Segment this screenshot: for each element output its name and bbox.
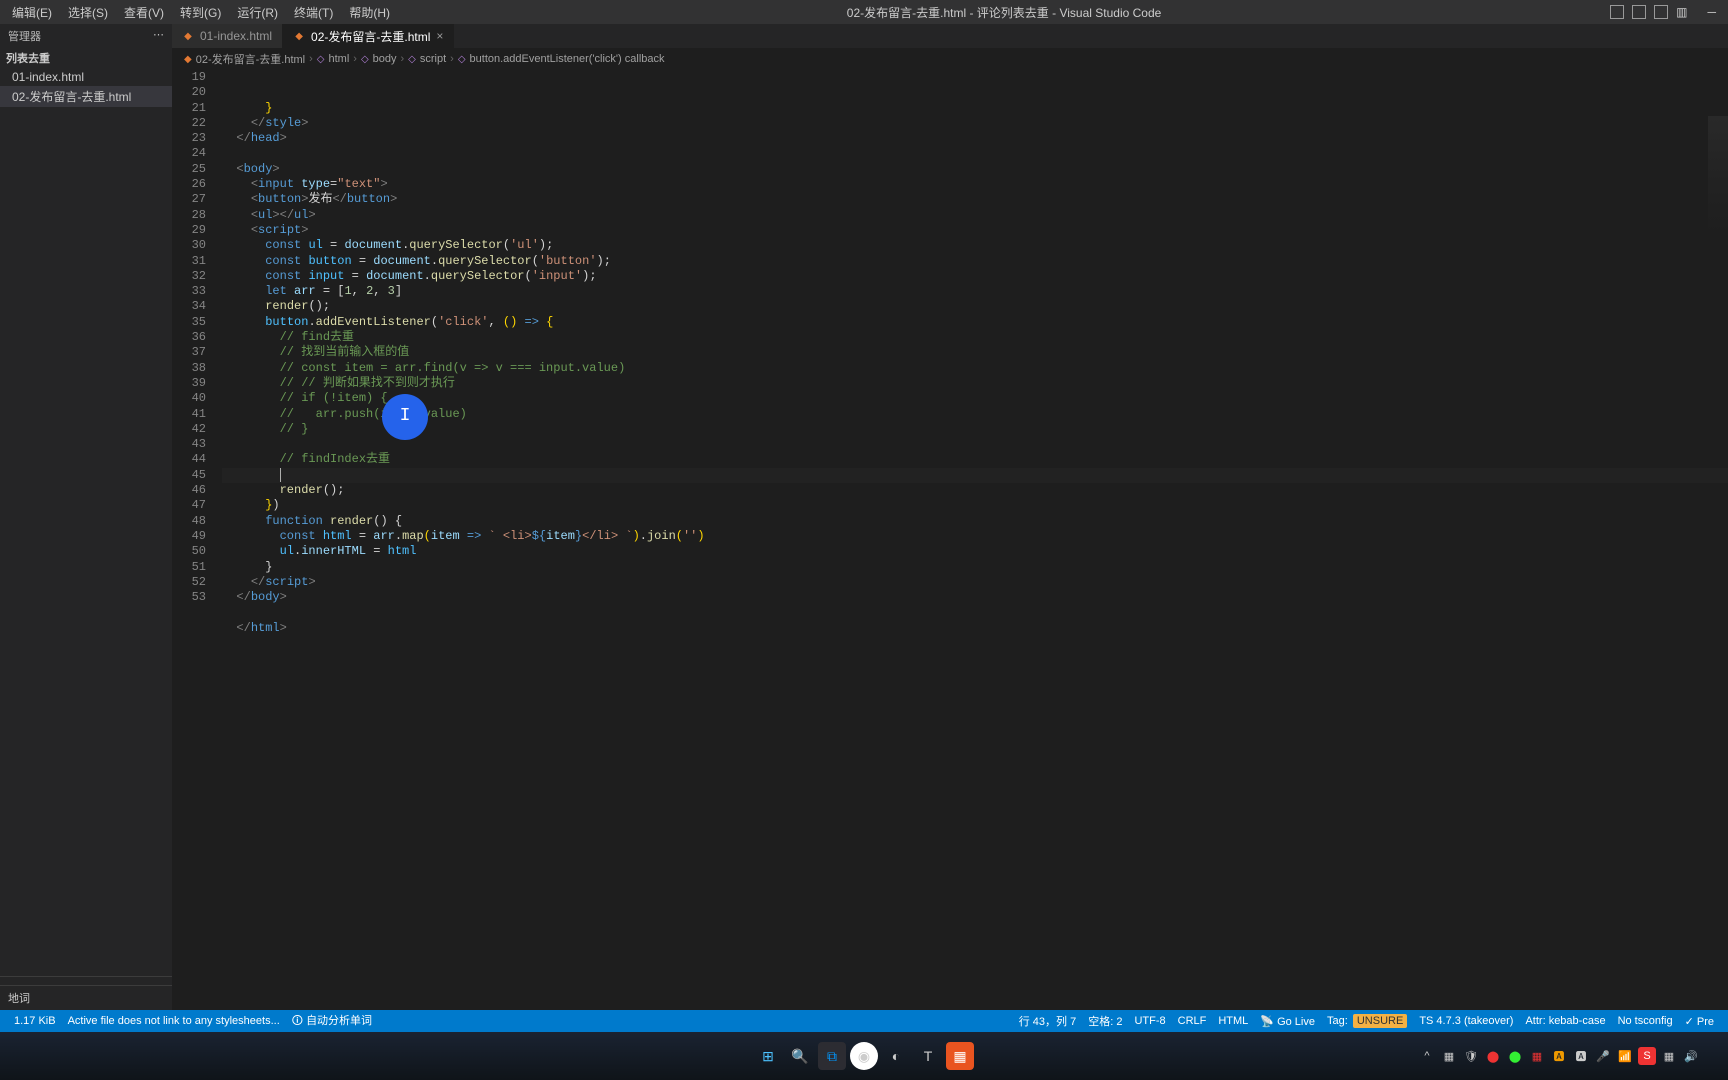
window-minimize-icon[interactable]: ─: [1695, 5, 1716, 19]
breadcrumb-item[interactable]: 02-发布留言-去重.html: [196, 51, 305, 67]
statusbar: 1.17 KiB Active file does not link to an…: [0, 1010, 1728, 1032]
tray-icon[interactable]: ▦: [1660, 1047, 1678, 1065]
sb-ts-version[interactable]: TS 4.7.3 (takeover): [1413, 1015, 1519, 1027]
tab-label: 01-index.html: [200, 29, 272, 43]
tray-icon[interactable]: [1704, 1047, 1722, 1065]
html-file-icon: ◆: [184, 54, 192, 65]
sb-auto-analyze[interactable]: 🛈 自动分析单词: [286, 1012, 378, 1031]
tray-icon[interactable]: ⬤: [1506, 1047, 1524, 1065]
layout-panel-icon[interactable]: [1632, 5, 1646, 19]
cursor-indicator-overlay: I: [382, 394, 428, 440]
symbol-icon: ◇: [458, 54, 466, 65]
menu-terminal[interactable]: 终端(T): [286, 4, 341, 21]
windows-taskbar: ⊞ 🔍 ⧉ ◉ ◐ T ▦ ^ ▦ 🛡 ⬤ ⬤ ▦ 🅰 🅰 🎤 📶 S ▦ 🔊: [0, 1032, 1728, 1080]
layout-primary-icon[interactable]: [1610, 5, 1624, 19]
explorer-label: 管理器: [8, 28, 41, 44]
symbol-icon: ◇: [408, 54, 416, 65]
sb-stylesheet-info[interactable]: Active file does not link to any stylesh…: [62, 1015, 286, 1027]
start-button[interactable]: ⊞: [754, 1042, 782, 1070]
sb-filesize[interactable]: 1.17 KiB: [8, 1015, 62, 1027]
layout-customize-icon[interactable]: ▥: [1676, 5, 1687, 19]
code-editor[interactable]: 1920212223242526272829303132333435363738…: [172, 70, 1728, 1010]
broadcast-icon: 📡: [1260, 1016, 1274, 1028]
tray-icon[interactable]: 🅰: [1550, 1047, 1568, 1065]
sb-tsconfig[interactable]: No tsconfig: [1612, 1015, 1679, 1027]
tab-label: 02-发布留言-去重.html: [311, 28, 430, 45]
sb-tag[interactable]: Tag: UNSURE: [1321, 1015, 1413, 1027]
check-icon: ✓: [1685, 1016, 1694, 1028]
html-file-icon: ◆: [293, 30, 305, 42]
sb-golive[interactable]: 📡 Go Live: [1254, 1015, 1321, 1028]
tray-icon[interactable]: ▦: [1440, 1047, 1458, 1065]
minimap[interactable]: [1708, 116, 1728, 236]
project-folder[interactable]: 列表去重: [0, 48, 172, 68]
code-content[interactable]: } </style> </head> <body> <input type="t…: [222, 70, 1728, 1010]
chevron-right-icon: ›: [401, 53, 405, 65]
breadcrumbs[interactable]: ◆ 02-发布留言-去重.html › ◇ html › ◇ body › ◇ …: [172, 48, 1728, 70]
tab-02-publish[interactable]: ◆ 02-发布留言-去重.html ×: [283, 24, 454, 48]
menu-view[interactable]: 查看(V): [116, 4, 172, 21]
html-file-icon: ◆: [182, 30, 194, 42]
chevron-right-icon: ›: [450, 53, 454, 65]
tray-shield-icon[interactable]: 🛡: [1462, 1047, 1480, 1065]
files-app-icon[interactable]: ▦: [946, 1042, 974, 1070]
tab-01-index[interactable]: ◆ 01-index.html: [172, 24, 283, 48]
chrome-app-icon[interactable]: ◉: [850, 1042, 878, 1070]
menu-edit[interactable]: 编辑(E): [4, 4, 60, 21]
window-title: 02-发布留言-去重.html - 评论列表去重 - Visual Studio…: [398, 4, 1610, 21]
timeline-section[interactable]: 地词: [0, 985, 172, 1010]
explorer-more-icon[interactable]: ⋯: [153, 28, 164, 44]
outline-section[interactable]: [0, 976, 172, 985]
tray-volume-icon[interactable]: 🔊: [1682, 1047, 1700, 1065]
tray-mic-icon[interactable]: 🎤: [1594, 1047, 1612, 1065]
symbol-icon: ◇: [317, 54, 325, 65]
breadcrumb-item[interactable]: body: [373, 53, 397, 65]
menu-select[interactable]: 选择(S): [60, 4, 116, 21]
sb-encoding[interactable]: UTF-8: [1128, 1015, 1171, 1027]
menu-help[interactable]: 帮助(H): [341, 4, 398, 21]
breadcrumb-item[interactable]: html: [328, 53, 349, 65]
breadcrumb-item[interactable]: script: [420, 53, 446, 65]
line-number-gutter: 1920212223242526272829303132333435363738…: [172, 70, 222, 1010]
file-tree-item[interactable]: 02-发布留言-去重.html: [0, 86, 172, 107]
sb-prettier[interactable]: ✓ Pre: [1679, 1015, 1720, 1028]
menubar: 编辑(E) 选择(S) 查看(V) 转到(G) 运行(R) 终端(T) 帮助(H…: [0, 0, 1728, 24]
tray-expand-icon[interactable]: ^: [1418, 1047, 1436, 1065]
edge-app-icon[interactable]: ◐: [882, 1042, 910, 1070]
vscode-app-icon[interactable]: ⧉: [818, 1042, 846, 1070]
menu-goto[interactable]: 转到(G): [172, 4, 229, 21]
chevron-right-icon: ›: [309, 53, 313, 65]
text-app-icon[interactable]: T: [914, 1042, 942, 1070]
tray-icon[interactable]: ▦: [1528, 1047, 1546, 1065]
sb-attr-case[interactable]: Attr: kebab-case: [1519, 1015, 1611, 1027]
breadcrumb-item[interactable]: button.addEventListener('click') callbac…: [470, 53, 665, 65]
file-tree-item[interactable]: 01-index.html: [0, 68, 172, 86]
tray-icon[interactable]: 🅰: [1572, 1047, 1590, 1065]
tray-icon[interactable]: ⬤: [1484, 1047, 1502, 1065]
info-icon: 🛈: [292, 1015, 303, 1027]
chevron-right-icon: ›: [353, 53, 357, 65]
menu-run[interactable]: 运行(R): [229, 4, 286, 21]
tray-ime-icon[interactable]: S: [1638, 1047, 1656, 1065]
close-tab-icon[interactable]: ×: [436, 29, 443, 43]
symbol-icon: ◇: [361, 54, 369, 65]
sb-eol[interactable]: CRLF: [1172, 1015, 1213, 1027]
sb-language[interactable]: HTML: [1212, 1015, 1254, 1027]
explorer-sidebar: 管理器 ⋯ 列表去重 01-index.html 02-发布留言-去重.html…: [0, 24, 172, 1010]
search-icon[interactable]: 🔍: [786, 1042, 814, 1070]
sb-cursor-pos[interactable]: 行 43，列 7: [1013, 1013, 1082, 1029]
editor-tabs: ◆ 01-index.html ◆ 02-发布留言-去重.html ×: [172, 24, 1728, 48]
layout-secondary-icon[interactable]: [1654, 5, 1668, 19]
tray-network-icon[interactable]: 📶: [1616, 1047, 1634, 1065]
sb-indent[interactable]: 空格: 2: [1082, 1013, 1128, 1029]
